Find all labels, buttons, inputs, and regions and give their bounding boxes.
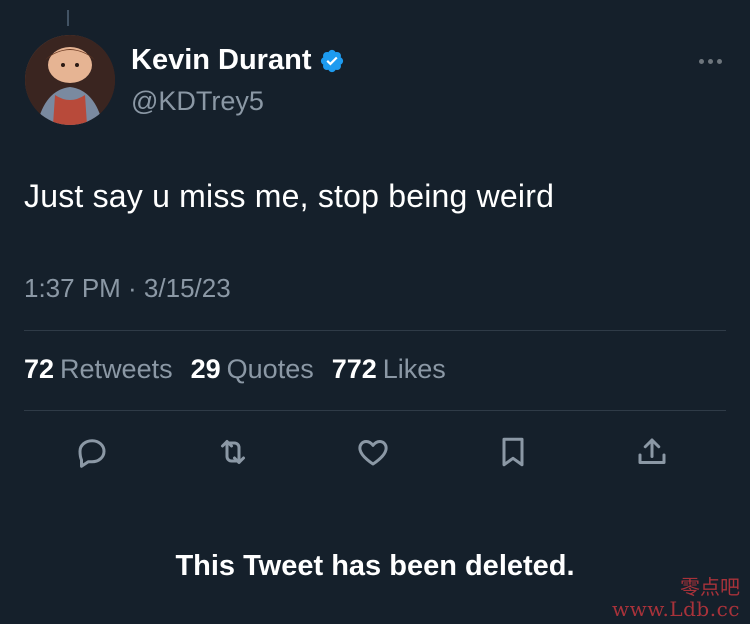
stat-count: 72 <box>24 354 55 384</box>
stat-quotes[interactable]: 29 Quotes <box>191 354 314 385</box>
stat-likes[interactable]: 772 Likes <box>332 354 446 385</box>
stat-label: Quotes <box>226 354 314 384</box>
author-name-text: Kevin Durant <box>131 44 312 76</box>
reply-icon <box>78 439 106 468</box>
tweet-stats: 72 Retweets 29 Quotes 772 Likes <box>24 354 446 385</box>
more-options-button[interactable] <box>690 46 730 76</box>
watermark-url: www.Ldb.cc <box>612 597 740 621</box>
retweet-button[interactable] <box>211 430 255 474</box>
stat-count: 772 <box>331 354 377 384</box>
stat-count: 29 <box>190 354 221 384</box>
verified-badge-icon <box>321 49 344 72</box>
author-display-name[interactable]: Kevin Durant <box>131 44 345 77</box>
share-icon <box>638 438 666 464</box>
divider <box>24 330 726 331</box>
avatar-image <box>25 35 115 125</box>
author-handle[interactable]: @KDTrey5 <box>131 86 264 117</box>
tweet-action-bar <box>0 430 750 480</box>
bookmark-button[interactable] <box>491 430 535 474</box>
watermark: 零点吧 www.Ldb.cc <box>612 576 740 620</box>
like-icon <box>358 440 388 466</box>
more-dot-icon <box>716 58 722 64</box>
stat-retweets[interactable]: 72 Retweets <box>24 354 173 385</box>
stat-label: Retweets <box>60 354 173 384</box>
avatar[interactable] <box>25 35 115 125</box>
retweet-icon <box>221 440 245 464</box>
watermark-logo-text: 零点吧 <box>680 575 740 599</box>
share-button[interactable] <box>630 430 674 474</box>
divider <box>24 410 726 411</box>
like-button[interactable] <box>351 430 395 474</box>
more-dot-icon <box>707 58 713 64</box>
stat-label: Likes <box>382 354 446 384</box>
reply-button[interactable] <box>70 430 114 474</box>
more-dot-icon <box>698 58 704 64</box>
tweet-text: Just say u miss me, stop being weird <box>24 178 555 214</box>
thread-connector-line <box>67 10 69 26</box>
bookmark-icon <box>502 437 524 467</box>
tweet-timestamp[interactable]: 1:37 PM · 3/15/23 <box>24 273 231 304</box>
